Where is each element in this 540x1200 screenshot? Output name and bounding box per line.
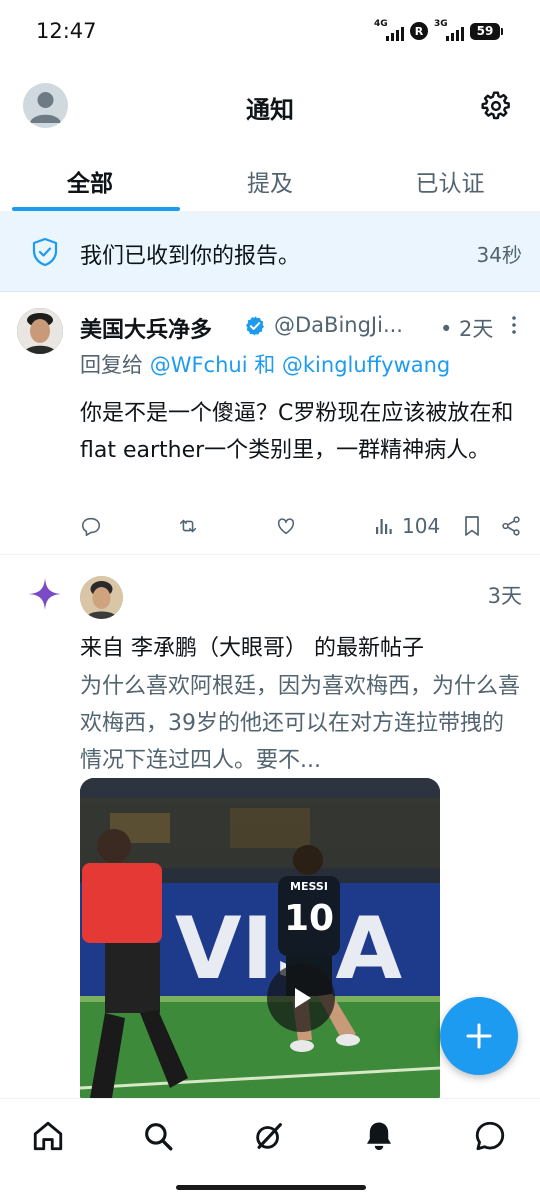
reply-icon bbox=[81, 517, 101, 536]
jersey-number: 10 bbox=[284, 898, 334, 939]
post-video[interactable]: VISA MESSI 10 bbox=[80, 778, 440, 1098]
notifications-bell-icon bbox=[366, 1122, 392, 1151]
sparkle-icon bbox=[29, 578, 61, 610]
views-count: 104 bbox=[402, 514, 441, 538]
user-avatar[interactable] bbox=[17, 308, 63, 354]
retweet-icon bbox=[179, 519, 197, 533]
roaming-icon: R bbox=[410, 22, 428, 40]
nav-grok[interactable] bbox=[252, 1119, 286, 1153]
system-home-indicator[interactable] bbox=[176, 1185, 366, 1190]
tab-mentions[interactable]: 提及 bbox=[180, 150, 360, 211]
views-icon bbox=[376, 519, 392, 534]
post-preview-text: 为什么喜欢阿根廷，因为喜欢梅西，为什么喜欢梅西，39岁的他还可以在对方连拉带拽的… bbox=[80, 674, 521, 773]
nav-notifications[interactable] bbox=[362, 1119, 396, 1153]
status-time: 12:47 bbox=[36, 19, 97, 43]
user-avatar-image bbox=[17, 308, 63, 354]
plus-icon bbox=[466, 1023, 492, 1049]
more-options-icon[interactable] bbox=[510, 315, 518, 335]
like-button[interactable] bbox=[275, 513, 297, 539]
tab-verified[interactable]: 已认证 bbox=[360, 150, 540, 211]
notification-reply[interactable]: 美国大兵净多 @DaBingJi... • 2天 回复给 @WFchui 和 @… bbox=[0, 293, 540, 555]
reply-prefix: 回复给 bbox=[80, 353, 150, 377]
video-thumbnail: VISA MESSI 10 bbox=[80, 778, 440, 1098]
notification-tabs: 全部 提及 已认证 bbox=[0, 150, 540, 212]
page-title: 通知 bbox=[246, 96, 294, 124]
nav-messages[interactable] bbox=[473, 1119, 507, 1153]
mention-link[interactable]: @WFchui bbox=[150, 353, 248, 377]
verified-badge-icon bbox=[246, 316, 264, 336]
retweet-button[interactable] bbox=[177, 513, 199, 539]
post-actions: 104 bbox=[80, 513, 520, 539]
jersey-name: MESSI bbox=[290, 880, 328, 893]
signal-4g-icon: 4G bbox=[374, 19, 404, 41]
status-bar: 12:47 4G R 3G 59 bbox=[0, 0, 540, 62]
reply-and: 和 bbox=[247, 353, 282, 377]
nav-search[interactable] bbox=[141, 1119, 175, 1153]
reply-button[interactable] bbox=[80, 513, 102, 539]
post-time: 3天 bbox=[487, 584, 522, 608]
messages-icon bbox=[475, 1121, 505, 1151]
settings-button[interactable] bbox=[480, 90, 512, 122]
compose-button[interactable] bbox=[440, 997, 518, 1075]
battery-icon: 59 bbox=[470, 22, 503, 40]
views-button[interactable]: 104 bbox=[374, 513, 440, 539]
grok-icon bbox=[256, 1123, 282, 1149]
notification-title: 来自 李承鹏（大眼哥） 的最新帖子 bbox=[80, 636, 424, 661]
banner-time: 34秒 bbox=[476, 243, 522, 267]
search-icon bbox=[145, 1123, 173, 1151]
status-icons: 4G R 3G 59 bbox=[374, 19, 503, 42]
signal-3g-icon: 3G bbox=[434, 19, 464, 41]
top-header: 通知 bbox=[0, 62, 540, 150]
like-icon bbox=[277, 518, 295, 535]
home-icon bbox=[33, 1121, 63, 1151]
banner-text: 我们已收到你的报告。 bbox=[80, 244, 301, 269]
mention-link[interactable]: @kingluffywang bbox=[282, 353, 450, 377]
user-avatar[interactable] bbox=[80, 576, 123, 619]
reply-to-line: 回复给 @WFchui 和 @kingluffywang bbox=[80, 349, 450, 379]
tab-all[interactable]: 全部 bbox=[0, 150, 180, 211]
post-text: 你是不是一个傻逼？C罗粉现在应该被放在和flat earther一个类别里，一群… bbox=[80, 401, 514, 463]
share-button[interactable] bbox=[500, 513, 522, 539]
play-icon bbox=[295, 988, 311, 1008]
shield-check-icon bbox=[32, 237, 58, 267]
nav-home[interactable] bbox=[31, 1119, 65, 1153]
report-received-banner[interactable]: 我们已收到你的报告。 34秒 bbox=[0, 212, 540, 292]
user-handle: @DaBingJi... bbox=[274, 313, 403, 337]
play-button[interactable] bbox=[267, 964, 335, 1032]
bookmark-icon bbox=[465, 516, 479, 536]
post-time: • 2天 bbox=[440, 317, 494, 341]
bookmark-button[interactable] bbox=[462, 513, 482, 539]
gear-icon bbox=[481, 91, 510, 120]
share-icon bbox=[502, 516, 520, 536]
user-display-name[interactable]: 美国大兵净多 bbox=[80, 312, 212, 344]
user-avatar-image bbox=[80, 576, 123, 619]
